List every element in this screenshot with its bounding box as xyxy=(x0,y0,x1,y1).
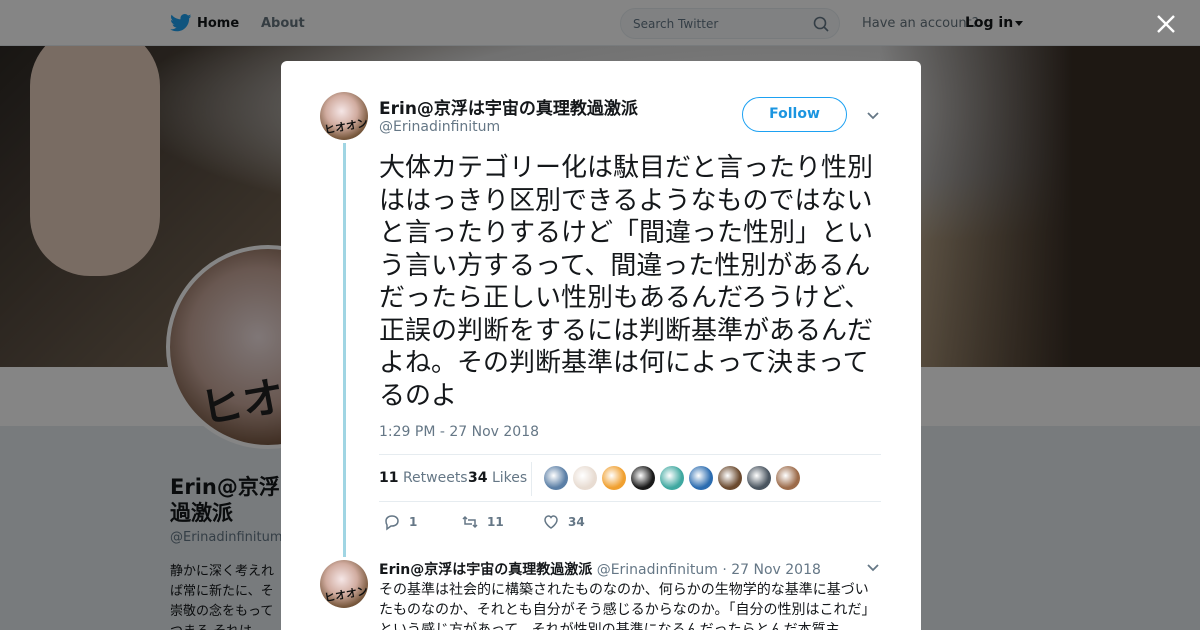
reply-header: Erin@京浮は宇宙の真理教過激派 @Erinadinfinitum · 27 … xyxy=(379,559,821,579)
thread-line xyxy=(343,143,346,557)
author-avatar[interactable]: ヒオオン xyxy=(320,92,368,140)
retweet-icon xyxy=(462,515,478,529)
reply-author-name[interactable]: Erin@京浮は宇宙の真理教過激派 xyxy=(379,562,592,578)
reply-date[interactable]: 27 Nov 2018 xyxy=(731,562,821,578)
stats-divider xyxy=(531,462,532,496)
tweet-stats: 11 Retweets 34 Likes xyxy=(379,454,881,502)
reply-text: その基準は社会的に構築されたものなのか、何らかの生物学的な基準に基づいたものなの… xyxy=(379,582,876,630)
liker-avatar[interactable] xyxy=(718,466,742,490)
heart-icon xyxy=(544,515,558,529)
like-action-count: 34 xyxy=(568,515,585,529)
author-name[interactable]: Erin@京浮は宇宙の真理教過激派 xyxy=(379,94,638,119)
author-handle[interactable]: @Erinadinfinitum xyxy=(379,119,500,135)
retweets-count: 11 xyxy=(379,470,399,486)
tweet-modal: ヒオオン Erin@京浮は宇宙の真理教過激派 @Erinadinfinitum … xyxy=(281,61,921,630)
tweet-timestamp[interactable]: 1:29 PM - 27 Nov 2018 xyxy=(379,424,539,440)
tweet-actions: 1 11 34 xyxy=(379,513,679,533)
liker-avatar[interactable] xyxy=(544,466,568,490)
reply-separator: · xyxy=(722,562,727,578)
reply-author-avatar[interactable]: ヒオオン xyxy=(320,560,368,608)
chevron-down-icon[interactable] xyxy=(866,563,880,573)
retweets-stat[interactable]: 11 Retweets xyxy=(379,470,468,486)
close-icon[interactable] xyxy=(1154,12,1178,36)
liker-avatar[interactable] xyxy=(631,466,655,490)
reply-icon xyxy=(385,515,399,531)
like-button[interactable]: 34 xyxy=(542,513,585,531)
liker-avatar[interactable] xyxy=(602,466,626,490)
retweet-button[interactable]: 11 xyxy=(461,513,504,531)
liker-avatar[interactable] xyxy=(747,466,771,490)
follow-button[interactable]: Follow xyxy=(742,97,847,132)
liker-avatar[interactable] xyxy=(660,466,684,490)
reply-count: 1 xyxy=(409,515,418,529)
liker-avatar[interactable] xyxy=(689,466,713,490)
retweet-action-count: 11 xyxy=(487,515,504,529)
tweet-text: 大体カテゴリー化は駄目だと言ったり性別ははっきり区別できるようなものではないと言… xyxy=(379,153,874,411)
avatar-lettering: ヒオオン xyxy=(323,584,368,605)
chevron-down-icon[interactable] xyxy=(866,111,880,121)
liker-avatar[interactable] xyxy=(573,466,597,490)
reply-button[interactable]: 1 xyxy=(383,513,417,531)
liker-avatar[interactable] xyxy=(776,466,800,490)
reply-author-handle[interactable]: @Erinadinfinitum xyxy=(597,562,718,578)
likes-stat[interactable]: 34 Likes xyxy=(468,470,527,486)
likes-label: Likes xyxy=(491,470,528,486)
likes-count: 34 xyxy=(468,470,488,486)
retweets-label: Retweets xyxy=(402,470,468,486)
avatar-lettering: ヒオオン xyxy=(323,116,368,137)
